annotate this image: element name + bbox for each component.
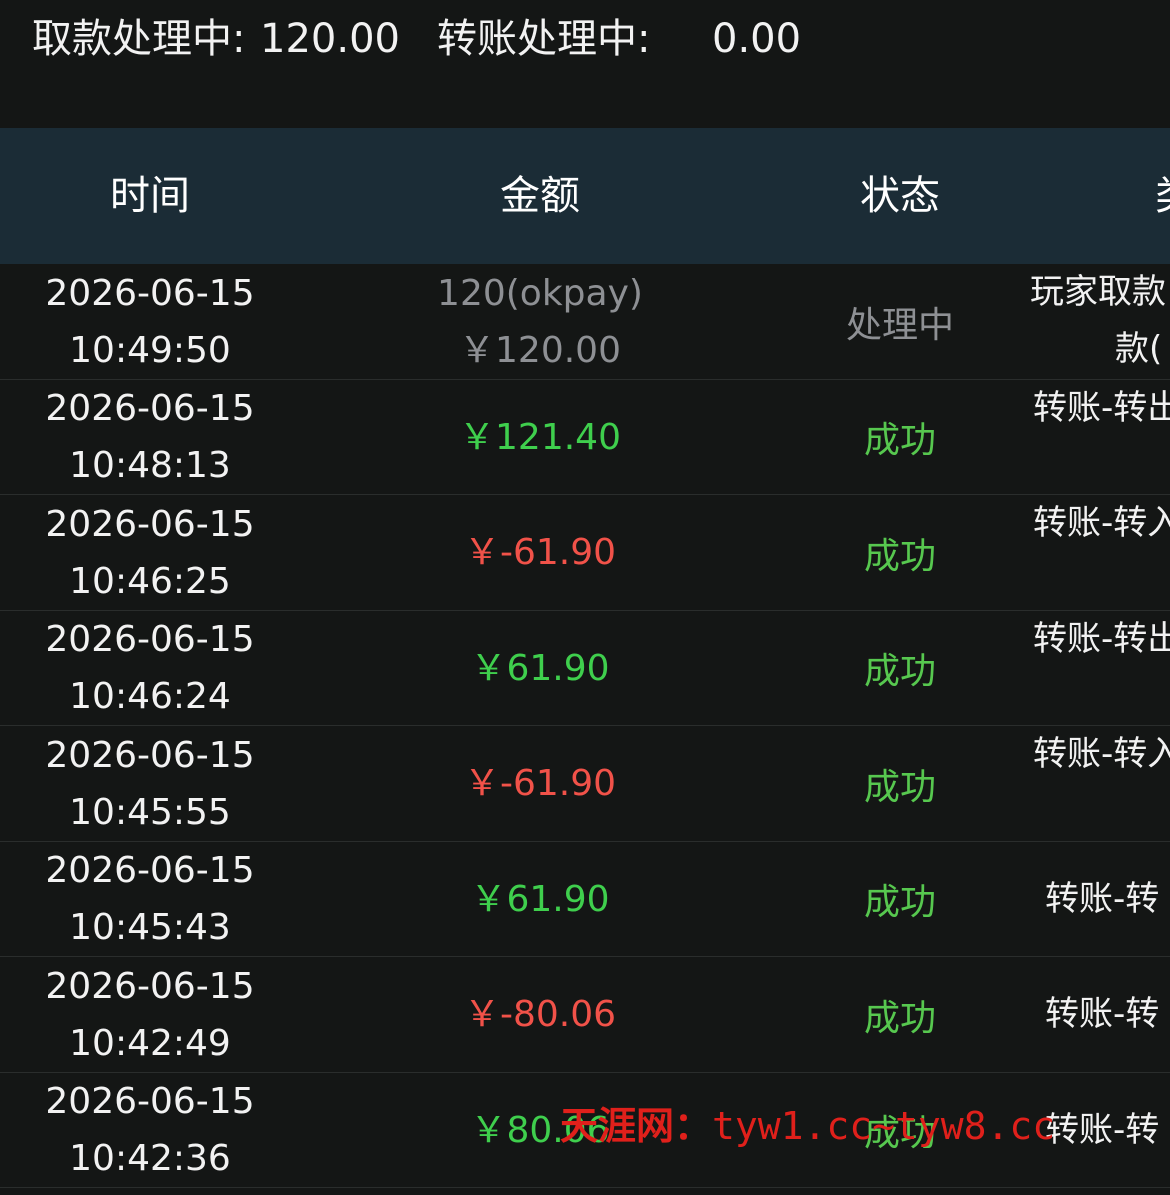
amount-cell: 120(okpay) ￥120.00: [360, 264, 720, 379]
row-date: 2026-06-15: [45, 1081, 255, 1122]
row-date: 2026-06-15: [45, 388, 255, 429]
status-text: 成功: [863, 997, 936, 1039]
amount-value: ￥121.40: [459, 416, 621, 458]
row-date: 2026-06-15: [45, 850, 255, 891]
row-date: 2026-06-15: [45, 619, 255, 660]
type-text: 转账-转入: [1033, 503, 1170, 543]
type-text: 转账-转入: [1033, 734, 1170, 774]
status-text: 成功: [863, 420, 936, 461]
row-date: 2026-06-15: [45, 965, 255, 1007]
type-text: 玩家取款: [1030, 272, 1166, 312]
row-time: 10:45:43: [69, 907, 231, 948]
type-cell: 转账-转出: [1033, 380, 1170, 495]
row-time: 10:42:49: [69, 1022, 231, 1064]
type-text: 转账-转: [1045, 878, 1160, 919]
row-time: 10:45:55: [69, 791, 231, 833]
amount-cell: ￥-61.90: [360, 726, 720, 841]
amount-value: ￥120.00: [459, 329, 621, 371]
amount-cell: ￥-80.06: [360, 957, 720, 1072]
status-cell: 处理中: [800, 264, 1000, 379]
status-text: 处理中: [845, 304, 954, 346]
amount-value: ￥61.90: [470, 647, 610, 689]
table-row[interactable]: 2026-06-15 10:45:43 ￥61.90 成功 转账-转: [0, 842, 1170, 957]
time-cell: 2026-06-15 10:42:36: [0, 1073, 300, 1188]
type-cell: 转账-转: [1045, 1073, 1170, 1188]
time-cell: 2026-06-15 10:46:24: [0, 611, 300, 726]
status-cell: 成功: [800, 842, 1000, 957]
column-header-amount[interactable]: 金额: [360, 128, 720, 264]
type-text-line2: 款(: [1115, 329, 1163, 369]
row-time: 10:46:25: [69, 560, 231, 602]
transfer-pending-value: 0.00: [712, 16, 802, 62]
summary-bar: 取款处理中: 120.00 转账处理中: 0.00: [0, 0, 1170, 128]
type-text: 转账-转: [1045, 1109, 1160, 1150]
amount-value: ￥80.06: [470, 1109, 610, 1151]
time-cell: 2026-06-15 10:46:25: [0, 495, 300, 610]
status-text: 成功: [863, 535, 936, 577]
status-cell: 成功: [800, 495, 1000, 610]
status-text: 成功: [863, 882, 936, 923]
type-cell: 转账-转入: [1033, 495, 1170, 610]
type-cell: 转账-转出: [1033, 611, 1170, 726]
amount-cell: ￥61.90: [360, 842, 720, 957]
status-cell: 成功: [800, 611, 1000, 726]
column-header-status[interactable]: 状态: [800, 128, 1000, 264]
amount-value: ￥-80.06: [463, 994, 617, 1035]
type-text: 转账-转: [1045, 994, 1160, 1034]
amount-value: ￥-61.90: [463, 532, 617, 573]
time-cell: 2026-06-15 10:45:55: [0, 726, 300, 841]
type-text: 转账-转出: [1033, 387, 1170, 428]
table-row[interactable]: 2026-06-15 10:48:13 ￥121.40 成功 转账-转出: [0, 380, 1170, 495]
time-cell: 2026-06-15 10:49:50: [0, 264, 300, 379]
withdraw-pending-label: 取款处理中:: [32, 16, 246, 62]
type-cell: 玩家取款款(: [1030, 264, 1170, 379]
amount-value: ￥61.90: [470, 878, 610, 920]
table-row[interactable]: 2026-06-15 10:42:49 ￥-80.06 成功 转账-转: [0, 957, 1170, 1073]
time-cell: 2026-06-15 10:42:49: [0, 957, 300, 1072]
table-row[interactable]: 2026-06-15 10:42:36 ￥80.06 成功 转账-转: [0, 1073, 1170, 1188]
row-time: 10:46:24: [69, 676, 231, 717]
table-row[interactable]: 2026-06-15 10:46:24 ￥61.90 成功 转账-转出: [0, 611, 1170, 726]
row-time: 10:49:50: [69, 329, 231, 371]
type-cell: 转账-转入: [1033, 726, 1170, 841]
table-row[interactable]: 2026-06-15 10:46:25 ￥-61.90 成功 转账-转入: [0, 495, 1170, 611]
status-text: 成功: [863, 766, 936, 808]
row-date: 2026-06-15: [45, 734, 255, 776]
row-date: 2026-06-15: [45, 503, 255, 545]
withdraw-pending-value: 120.00: [260, 16, 400, 62]
amount-cell: ￥61.90: [360, 611, 720, 726]
transfer-pending-label: 转账处理中:: [437, 16, 651, 62]
row-time: 10:48:13: [69, 445, 231, 486]
amount-note: 120(okpay): [437, 272, 643, 314]
status-cell: 成功: [800, 957, 1000, 1072]
amount-cell: ￥121.40: [360, 380, 720, 495]
column-header-time[interactable]: 时间: [0, 128, 300, 264]
row-date: 2026-06-15: [45, 272, 255, 314]
status-text: 成功: [863, 1113, 936, 1154]
column-header-type[interactable]: 类: [1155, 128, 1170, 264]
status-text: 成功: [863, 651, 936, 692]
type-cell: 转账-转: [1045, 842, 1170, 957]
status-cell: 成功: [800, 1073, 1000, 1188]
row-time: 10:42:36: [69, 1138, 231, 1179]
amount-cell: ￥-61.90: [360, 495, 720, 610]
amount-cell: ￥80.06: [360, 1073, 720, 1188]
time-cell: 2026-06-15 10:48:13: [0, 380, 300, 495]
table-row[interactable]: 2026-06-15 10:45:55 ￥-61.90 成功 转账-转入: [0, 726, 1170, 842]
time-cell: 2026-06-15 10:45:43: [0, 842, 300, 957]
status-cell: 成功: [800, 380, 1000, 495]
transaction-table[interactable]: 2026-06-15 10:49:50 120(okpay) ￥120.00 处理中 玩家…: [0, 264, 1170, 1195]
amount-value: ￥-61.90: [463, 763, 617, 804]
type-text: 转账-转出: [1033, 618, 1170, 659]
table-row[interactable]: 2026-06-15 10:49:50 120(okpay) ￥120.00 处理中 玩家…: [0, 264, 1170, 380]
status-cell: 成功: [800, 726, 1000, 841]
table-header: 时间 金额 状态 类: [0, 128, 1170, 264]
type-cell: 转账-转: [1045, 957, 1170, 1072]
